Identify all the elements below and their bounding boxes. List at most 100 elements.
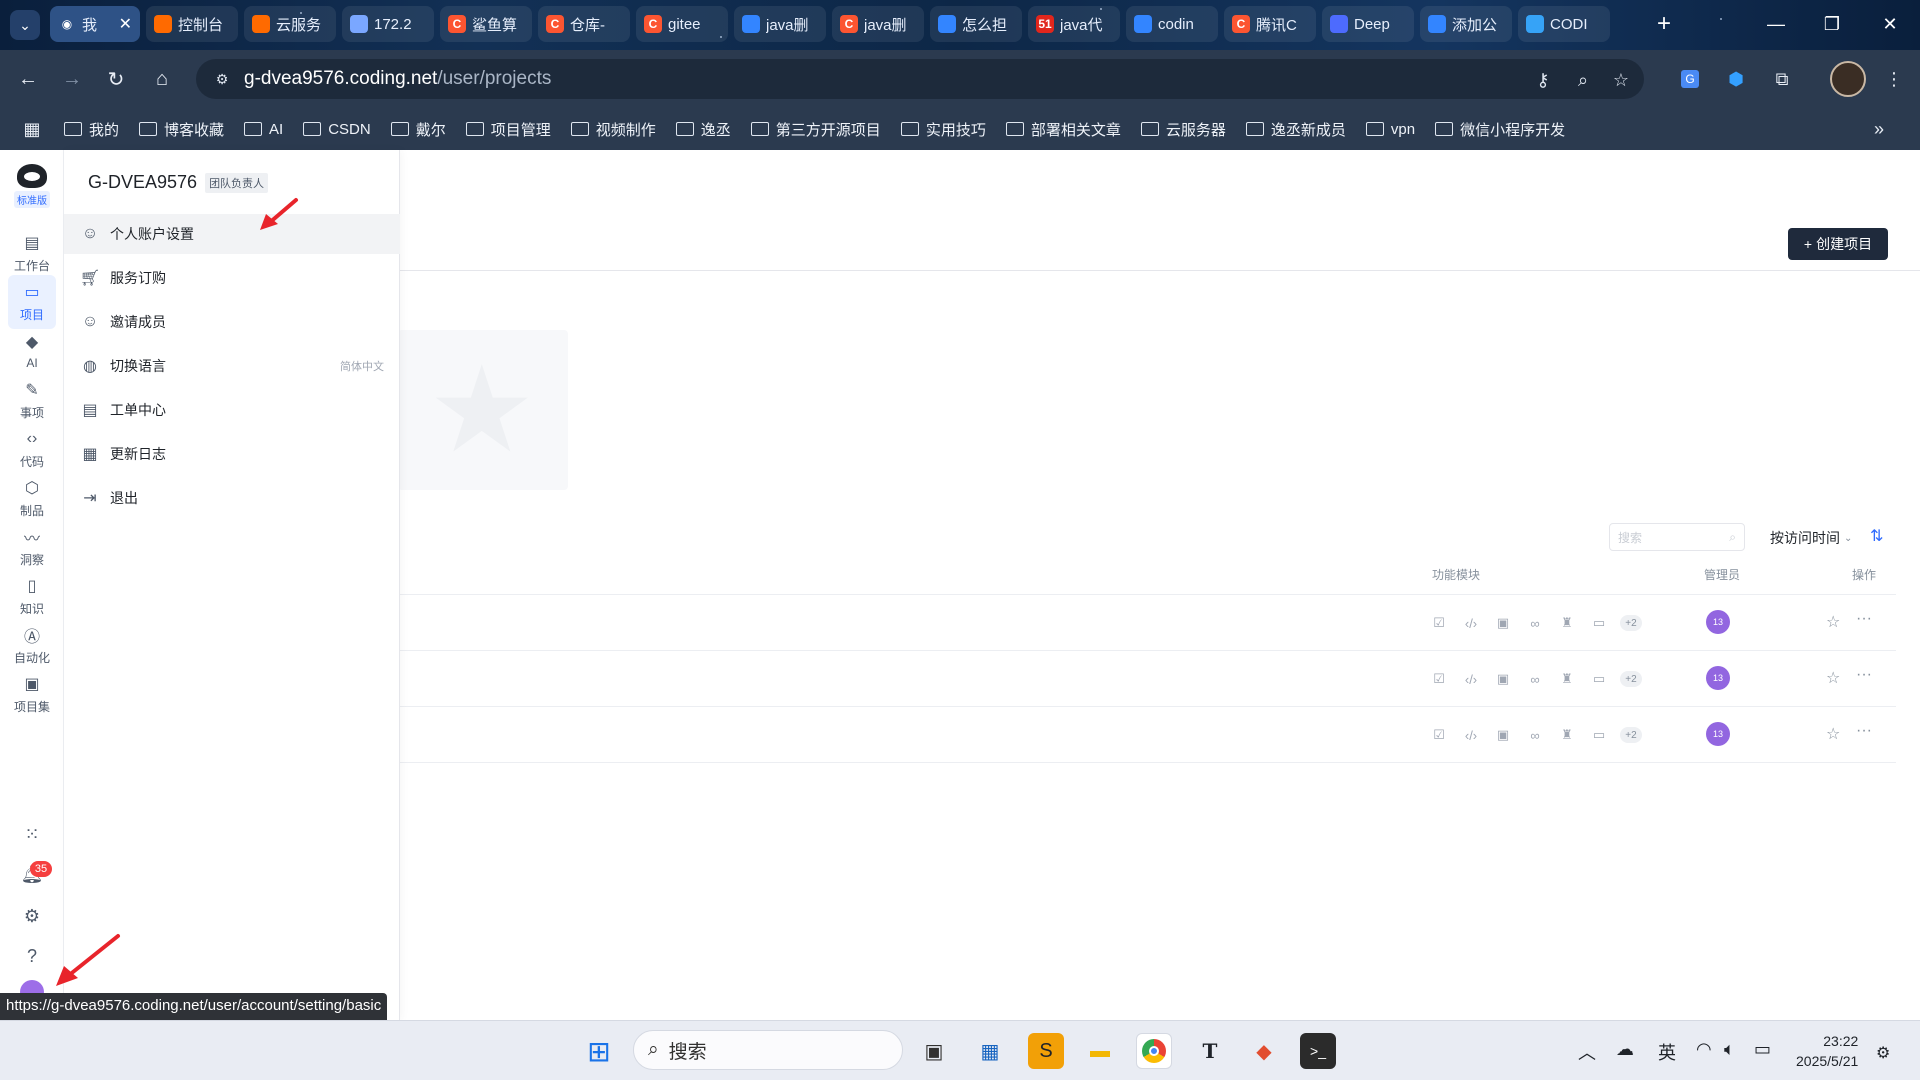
typora-icon[interactable]: T — [1192, 1033, 1228, 1069]
notification-center-icon[interactable]: ⚙ — [1876, 1043, 1890, 1063]
profile-avatar[interactable] — [1830, 61, 1866, 97]
nav-item[interactable]: ✎ 事项 — [8, 373, 56, 427]
sort-dropdown[interactable]: 按访问时间 ⌄ — [1770, 528, 1852, 548]
password-key-icon[interactable]: ⚷ — [1530, 67, 1556, 93]
nav-item[interactable]: ▤ 工作台 — [8, 226, 56, 280]
new-tab-button[interactable]: + — [1650, 10, 1678, 38]
browser-tab[interactable]: Deep — [1322, 6, 1414, 42]
favorite-star-icon[interactable]: ☆ — [1826, 668, 1840, 688]
favorite-star-icon[interactable]: ☆ — [1826, 612, 1840, 632]
bookmark-folder[interactable]: 第三方开源项目 — [741, 113, 891, 145]
issue-module-icon[interactable]: ☑ — [1428, 670, 1450, 688]
sublime-text-icon[interactable]: S — [1028, 1033, 1064, 1069]
browser-tab[interactable]: codin — [1126, 6, 1218, 42]
bookmark-folder[interactable]: 戴尔 — [381, 113, 456, 145]
coding-logo[interactable]: 标准版 — [12, 164, 52, 214]
close-window-icon[interactable]: ✕ — [1870, 8, 1910, 40]
chrome-icon[interactable] — [1136, 1033, 1172, 1069]
extensions-puzzle-icon[interactable]: ⧉ — [1766, 63, 1798, 95]
project-row[interactable]: ☑ ‹/› ▣ ∞ ♜ ▭ +2 13 ☆ ··· — [1428, 720, 1898, 750]
admin-avatar[interactable]: 13 — [1706, 610, 1730, 634]
close-tab-icon[interactable]: ✕ — [119, 14, 132, 34]
bookmarks-overflow-icon[interactable]: » — [1874, 119, 1884, 140]
store-icon[interactable]: ▦ — [972, 1033, 1008, 1069]
browser-tab[interactable]: 51 java代 — [1028, 6, 1120, 42]
task-view-icon[interactable]: ▣ — [916, 1033, 952, 1069]
nav-item[interactable]: ▯ 知识 — [8, 569, 56, 623]
more-actions-icon[interactable]: ··· — [1856, 666, 1872, 684]
bookmark-folder[interactable]: 项目管理 — [456, 113, 561, 145]
browser-tab[interactable]: 云服务 — [244, 6, 336, 42]
drawer-menu-item[interactable]: ▤ 工单中心 — [64, 390, 400, 430]
browser-menu-icon[interactable]: ⋮ — [1878, 63, 1910, 95]
windows-start-icon[interactable]: ⊞ — [581, 1033, 617, 1069]
ci-module-icon[interactable]: ▣ — [1492, 670, 1514, 688]
drawer-menu-item[interactable]: ☺ 邀请成员 — [64, 302, 400, 342]
more-actions-icon[interactable]: ··· — [1856, 610, 1872, 628]
wifi-icon[interactable]: ◠ — [1696, 1039, 1712, 1060]
bookmark-folder[interactable]: 云服务器 — [1131, 113, 1236, 145]
browser-tab[interactable]: Cgitee — [636, 6, 728, 42]
system-clock[interactable]: 23:22 2025/5/21 — [1796, 1031, 1858, 1071]
settings-gear-icon[interactable]: ⚙ — [20, 904, 44, 928]
create-project-button[interactable]: + 创建项目 — [1788, 228, 1888, 260]
nav-item[interactable]: ◆ AI — [8, 324, 56, 378]
bookmark-folder[interactable]: vpn — [1356, 113, 1425, 145]
ime-indicator[interactable]: 英 — [1658, 1039, 1676, 1065]
code-module-icon[interactable]: ‹/› — [1460, 726, 1482, 744]
nav-item[interactable]: ‹› 代码 — [8, 422, 56, 476]
browser-tab[interactable]: 172.2 — [342, 6, 434, 42]
browser-tab[interactable]: C 仓库- — [538, 6, 630, 42]
more-actions-icon[interactable]: ··· — [1856, 722, 1872, 740]
nav-item[interactable]: ▭ 项目 — [8, 275, 56, 329]
terminal-icon[interactable]: >_ — [1300, 1033, 1336, 1069]
bookmark-folder[interactable]: 微信小程序开发 — [1425, 113, 1575, 145]
nav-item[interactable]: ⬡ 制品 — [8, 471, 56, 525]
browser-tab[interactable]: ◉ 我 ✕ — [50, 6, 140, 42]
artifact-module-icon[interactable]: ▭ — [1588, 726, 1610, 744]
drawer-menu-item[interactable]: ▦ 更新日志 — [64, 434, 400, 474]
api-module-icon[interactable]: ∞ — [1524, 614, 1546, 632]
issue-module-icon[interactable]: ☑ — [1428, 614, 1450, 632]
browser-tab[interactable]: 控制台 — [146, 6, 238, 42]
issue-module-icon[interactable]: ☑ — [1428, 726, 1450, 744]
back-icon[interactable]: ← — [12, 63, 44, 95]
site-info-icon[interactable]: ⚙ — [210, 67, 234, 91]
bookmark-folder[interactable]: 部署相关文章 — [996, 113, 1131, 145]
admin-avatar[interactable]: 13 — [1706, 722, 1730, 746]
api-module-icon[interactable]: ∞ — [1524, 670, 1546, 688]
nav-item[interactable]: ▣ 项目集 — [8, 667, 56, 721]
ci-module-icon[interactable]: ▣ — [1492, 726, 1514, 744]
browser-tab[interactable]: java删 — [734, 6, 826, 42]
browser-tab[interactable]: 怎么担 — [930, 6, 1022, 42]
project-row[interactable]: ☑ ‹/› ▣ ∞ ♜ ▭ +2 13 ☆ ··· — [1428, 664, 1898, 694]
bookmark-folder[interactable]: AI — [234, 113, 293, 145]
nav-item[interactable]: 〰洞察 — [8, 520, 56, 574]
tab-search-menu-button[interactable]: ⌄ — [10, 10, 40, 40]
bookmark-star-icon[interactable]: ☆ — [1608, 67, 1634, 93]
browser-tab[interactable]: 添加公 — [1420, 6, 1512, 42]
bookmark-folder[interactable]: 实用技巧 — [891, 113, 996, 145]
api-module-icon[interactable]: ∞ — [1524, 726, 1546, 744]
deploy-module-icon[interactable]: ♜ — [1556, 614, 1578, 632]
bookmark-folder[interactable]: 逸丞 — [666, 113, 741, 145]
browser-tab[interactable]: C 鲨鱼算 — [440, 6, 532, 42]
bookmark-folder[interactable]: 视频制作 — [561, 113, 666, 145]
zoom-icon[interactable]: ⌕ — [1570, 67, 1596, 93]
drawer-menu-item[interactable]: ⇥ 退出 — [64, 478, 400, 518]
sort-order-icon[interactable]: ⇅ — [1870, 526, 1883, 546]
forward-icon[interactable]: → — [56, 63, 88, 95]
admin-avatar[interactable]: 13 — [1706, 666, 1730, 690]
git-gui-icon[interactable]: ◆ — [1246, 1033, 1282, 1069]
volume-icon[interactable]: 🔈︎ — [1724, 1039, 1735, 1060]
drawer-menu-item[interactable]: 🛒︎ 服务订购 — [64, 258, 400, 298]
code-module-icon[interactable]: ‹/› — [1460, 670, 1482, 688]
browser-tab[interactable]: Cjava删 — [832, 6, 924, 42]
artifact-module-icon[interactable]: ▭ — [1588, 614, 1610, 632]
browser-tab[interactable]: C 腾讯C — [1224, 6, 1316, 42]
help-icon[interactable]: ? — [20, 944, 44, 968]
extension-hex-icon[interactable]: ⬢ — [1720, 63, 1752, 95]
project-row[interactable]: ☑ ‹/› ▣ ∞ ♜ ▭ +2 13 ☆ ··· — [1428, 608, 1898, 638]
deploy-module-icon[interactable]: ♜ — [1556, 670, 1578, 688]
onedrive-icon[interactable]: ☁ — [1616, 1039, 1634, 1060]
